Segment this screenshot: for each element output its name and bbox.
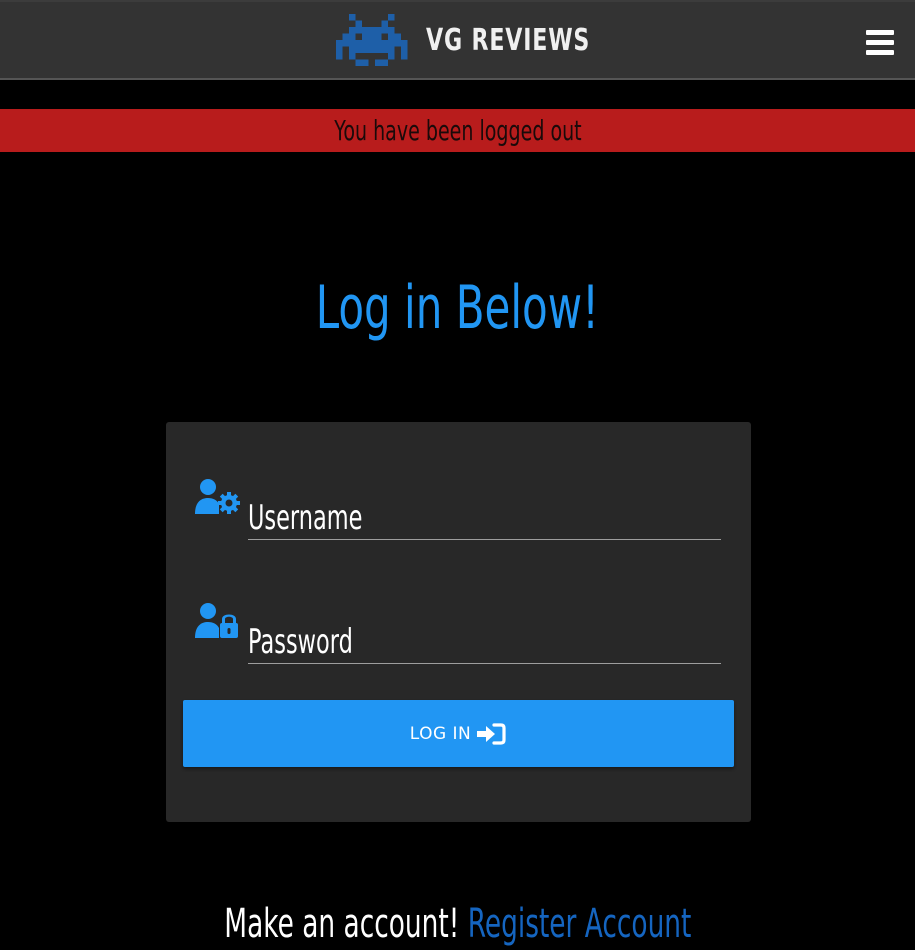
page-title-text: Log in Below! <box>315 273 600 343</box>
login-card: Username Password LOG IN <box>166 422 751 822</box>
alert-message: You have been logged out <box>333 114 582 147</box>
menu-bar <box>866 50 894 55</box>
user-lock-icon <box>195 603 238 638</box>
register-prompt-text: Make an account! <box>223 901 459 947</box>
logout-alert: You have been logged out <box>0 109 915 152</box>
menu-bar <box>866 30 894 35</box>
password-input[interactable] <box>248 614 721 664</box>
login-button[interactable]: LOG IN <box>183 700 734 767</box>
register-prompt-inner: Make an account! Register Account <box>224 898 691 950</box>
page-title: Log in Below! <box>0 270 915 346</box>
login-button-label: LOG IN <box>409 723 472 744</box>
navbar: VG REVIEWS <box>0 0 915 80</box>
register-account-link[interactable]: Register Account <box>467 901 691 947</box>
space-invader-icon <box>335 14 408 66</box>
username-input[interactable] <box>248 490 721 540</box>
username-field-group: Username <box>194 478 721 540</box>
sign-in-icon <box>477 722 506 745</box>
password-field-group: Password <box>194 602 721 664</box>
register-prompt: Make an account! Register Account <box>0 898 915 950</box>
brand-title: VG REVIEWS <box>426 22 591 58</box>
hamburger-menu-icon[interactable] <box>866 30 894 56</box>
menu-bar <box>866 40 894 45</box>
user-cog-icon <box>195 479 240 514</box>
brand-link[interactable]: VG REVIEWS <box>333 12 626 68</box>
